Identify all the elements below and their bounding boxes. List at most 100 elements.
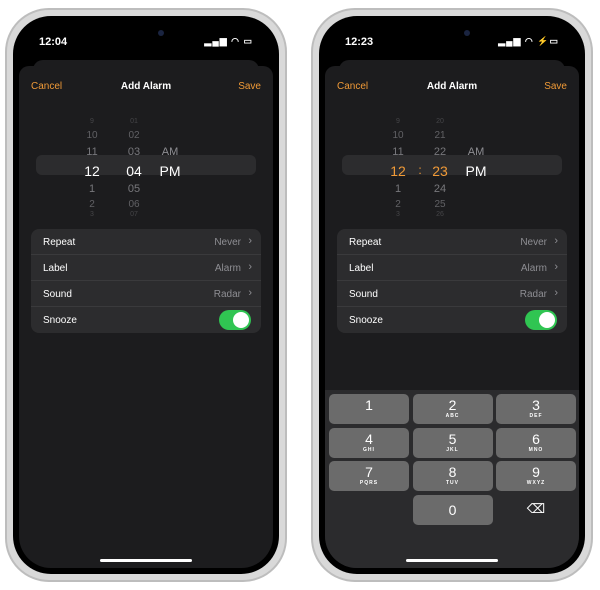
picker-minutes-item[interactable]: 06 bbox=[119, 199, 149, 210]
key-digit: 3 bbox=[532, 397, 540, 413]
picker-minutes-item[interactable]: 26 bbox=[425, 211, 455, 218]
snooze-toggle[interactable] bbox=[525, 310, 557, 330]
key-letters: ABC bbox=[445, 413, 460, 419]
key-digit: 4 bbox=[365, 430, 373, 447]
picker-hours-item[interactable]: 2 bbox=[383, 199, 413, 210]
key-letters: GHI bbox=[363, 446, 375, 453]
key-2[interactable]: 2 ABC bbox=[412, 394, 493, 424]
key-letters: DEF bbox=[529, 413, 543, 419]
picker-minutes-item[interactable]: 25 bbox=[425, 199, 455, 210]
settings-value: Radar bbox=[213, 289, 241, 300]
picker-hours-item[interactable]: 2 bbox=[77, 199, 107, 210]
picker-minutes-item[interactable]: 21 bbox=[425, 130, 455, 141]
key-6[interactable]: 6 MNO bbox=[496, 427, 576, 458]
picker-hours-item[interactable]: 11 bbox=[383, 146, 413, 158]
phone-screen: 12:23 ▂▄▆ ◠ ⚡▭ Cancel Add Alarm Save 9 10 11 12 1… bbox=[325, 22, 579, 568]
picker-hours-item[interactable]: 11 bbox=[77, 146, 107, 158]
picker-minutes-item[interactable]: 01 bbox=[119, 118, 149, 125]
settings-row-snooze[interactable]: Snooze bbox=[337, 307, 567, 333]
phone-frame: 12:04 ▂▄▆ ◠ ▭ Cancel Add Alarm Save 9 10 11 12 1 2… bbox=[5, 8, 287, 582]
page-title: Add Alarm bbox=[426, 81, 478, 92]
settings-row-sound[interactable]: Sound Radar › bbox=[337, 281, 567, 307]
save-button[interactable]: Save bbox=[238, 81, 261, 92]
key-digit: 7 bbox=[365, 464, 373, 480]
settings-row-label[interactable]: Label Alarm › bbox=[337, 255, 567, 281]
picker-minutes-item[interactable]: 24 bbox=[425, 183, 455, 195]
picker-hours-item[interactable]: 1 bbox=[77, 183, 107, 195]
picker-minutes-item[interactable]: 02 bbox=[119, 130, 149, 141]
page-title: Add Alarm bbox=[120, 81, 172, 92]
status-time: 12:04 bbox=[39, 36, 68, 48]
key-digit: 2 bbox=[448, 397, 457, 413]
picker-pm[interactable]: PM bbox=[155, 163, 185, 179]
picker-minutes-item[interactable]: 04 bbox=[119, 163, 149, 179]
settings-row-label[interactable]: Label Alarm › bbox=[31, 255, 261, 281]
key-5[interactable]: 5 JKL bbox=[412, 427, 493, 458]
picker-hours-item[interactable]: 10 bbox=[383, 130, 413, 141]
snooze-toggle[interactable] bbox=[219, 310, 251, 330]
phone-screen: 12:04 ▂▄▆ ◠ ▭ Cancel Add Alarm Save 9 10 11 12 1 2… bbox=[19, 22, 273, 568]
key-4[interactable]: 4 GHI bbox=[329, 427, 409, 458]
key-7[interactable]: 7 PQRS bbox=[329, 461, 409, 491]
picker-hours-item[interactable]: 3 bbox=[383, 211, 413, 218]
save-button[interactable]: Save bbox=[544, 81, 567, 92]
picker-am[interactable]: AM bbox=[461, 146, 491, 158]
settings-label: Sound bbox=[349, 289, 378, 300]
key-letters: PQRS bbox=[359, 480, 379, 486]
settings-value: Never bbox=[520, 237, 547, 248]
picker-hours-item[interactable]: 12 bbox=[77, 163, 107, 179]
delete-icon[interactable]: ⌫ bbox=[496, 501, 576, 517]
key-1[interactable]: 1 bbox=[329, 394, 409, 424]
picker-am[interactable]: AM bbox=[155, 146, 185, 158]
key-letters: WXYZ bbox=[526, 480, 546, 486]
settings-value: Alarm bbox=[214, 263, 241, 274]
home-indicator[interactable] bbox=[406, 559, 498, 562]
home-indicator[interactable] bbox=[100, 559, 192, 562]
key-0[interactable]: 0 bbox=[412, 494, 493, 525]
picker-hours-item[interactable]: 9 bbox=[383, 118, 413, 125]
key-letters: MNO bbox=[528, 446, 544, 453]
status-icons: ▂▄▆ ◠ ▭ bbox=[204, 36, 253, 46]
settings-label: Snooze bbox=[43, 315, 77, 326]
key-9[interactable]: 9 WXYZ bbox=[496, 461, 576, 491]
settings-row-repeat[interactable]: Repeat Never › bbox=[31, 229, 261, 255]
settings-label: Sound bbox=[43, 289, 72, 300]
key-digit: 1 bbox=[365, 397, 373, 413]
key-letters: JKL bbox=[446, 446, 459, 453]
phone-bezel: 12:23 ▂▄▆ ◠ ⚡▭ Cancel Add Alarm Save 9 10 11 12 1… bbox=[319, 16, 585, 574]
key-letters: TUV bbox=[446, 480, 459, 486]
phone-bezel: 12:04 ▂▄▆ ◠ ▭ Cancel Add Alarm Save 9 10 11 12 1 2… bbox=[13, 16, 279, 574]
chevron-right-icon: › bbox=[248, 287, 252, 299]
settings-row-snooze[interactable]: Snooze bbox=[31, 307, 261, 333]
picker-hours-item[interactable]: 3 bbox=[77, 211, 107, 218]
add-alarm-sheet: Cancel Add Alarm Save 9 10 11 12 1 2 3 01 02 03 04 05 0… bbox=[19, 66, 273, 568]
key-digit: 5 bbox=[448, 430, 457, 447]
picker-minutes-item[interactable]: 20 bbox=[425, 118, 455, 125]
picker-pm[interactable]: PM bbox=[461, 163, 491, 179]
key-digit: 0 bbox=[448, 501, 457, 518]
settings-label: Repeat bbox=[349, 237, 382, 248]
key-3[interactable]: 3 DEF bbox=[496, 394, 576, 424]
settings-value: Alarm bbox=[520, 263, 547, 274]
settings-value: Never bbox=[214, 237, 241, 248]
chevron-right-icon: › bbox=[554, 287, 558, 299]
picker-hours-item[interactable]: 9 bbox=[77, 118, 107, 125]
settings-row-repeat[interactable]: Repeat Never › bbox=[337, 229, 567, 255]
numeric-keypad: 1 2 ABC 3 DEF 4 GHI 5 JKL 6 MNO 7 PQRS 8 TUV 9 WXYZ 0 ⌫ bbox=[325, 390, 579, 568]
settings-label: Label bbox=[43, 263, 68, 274]
front-camera bbox=[464, 30, 470, 36]
settings-row-sound[interactable]: Sound Radar › bbox=[31, 281, 261, 307]
picker-hours-item[interactable]: 1 bbox=[383, 183, 413, 195]
picker-minutes-item[interactable]: 03 bbox=[119, 146, 149, 158]
picker-minutes-item[interactable]: 05 bbox=[119, 183, 149, 195]
settings-label: Snooze bbox=[349, 315, 383, 326]
picker-minutes-item[interactable]: 07 bbox=[119, 211, 149, 218]
picker-minutes-item[interactable]: 22 bbox=[425, 146, 455, 158]
status-bar: 12:23 ▂▄▆ ◠ ⚡▭ bbox=[345, 36, 559, 50]
status-time: 12:23 bbox=[345, 36, 374, 48]
status-icons: ▂▄▆ ◠ ⚡▭ bbox=[498, 36, 559, 46]
key-digit: 8 bbox=[448, 464, 457, 480]
key-8[interactable]: 8 TUV bbox=[412, 461, 493, 491]
settings-label: Repeat bbox=[43, 237, 76, 248]
picker-hours-item[interactable]: 10 bbox=[77, 130, 107, 141]
